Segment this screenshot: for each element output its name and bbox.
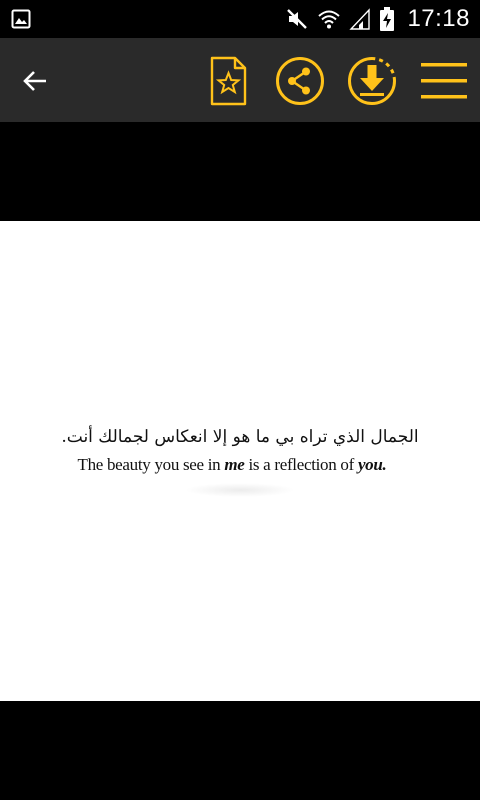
mute-icon (287, 9, 308, 29)
share-button[interactable] (275, 56, 325, 106)
app-toolbar (0, 38, 480, 122)
status-icons: 17:18 (285, 0, 470, 38)
image-smudge (185, 483, 295, 497)
wifi-icon (318, 10, 341, 29)
battery-charging-icon (380, 7, 395, 31)
menu-button[interactable] (419, 56, 469, 106)
quote-image[interactable]: الجمال الذي تراه بي ما هو إلا انعكاس لجم… (0, 221, 480, 701)
download-icon (348, 57, 396, 105)
back-button[interactable] (18, 64, 52, 98)
menu-icon (421, 63, 467, 99)
status-bar: 17:18 (0, 0, 480, 38)
back-arrow-icon (23, 71, 46, 91)
favorite-button[interactable] (203, 56, 253, 106)
quote-english-text: The beauty you see in me is a reflection… (0, 455, 464, 475)
quote-english-part2: is a reflection of (244, 455, 358, 474)
share-icon (276, 57, 324, 105)
gallery-icon (11, 9, 31, 29)
quote-english-emphasis-me: me (224, 455, 245, 474)
status-clock: 17:18 (407, 5, 470, 32)
quote-arabic-text: الجمال الذي تراه بي ما هو إلا انعكاس لجم… (61, 427, 419, 447)
signal-icon (349, 8, 371, 30)
download-button[interactable] (347, 56, 397, 106)
quote-english-part1: The beauty you see in (77, 455, 225, 474)
favorite-document-icon (210, 56, 247, 106)
quote-english-emphasis-you: you. (357, 455, 387, 474)
image-letterbox-bottom (0, 701, 480, 800)
image-letterbox-top (0, 122, 480, 221)
